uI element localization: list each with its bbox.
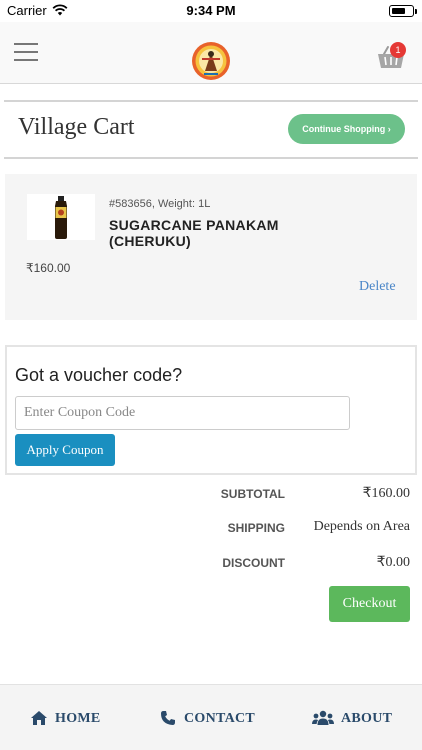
status-bar: Carrier 9:34 PM: [0, 0, 422, 22]
battery-icon: [389, 5, 417, 17]
cart-item: #583656, Weight: 1L SUGARCANE PANAKAM (C…: [5, 174, 417, 320]
nav-home-label: HOME: [55, 711, 101, 726]
shipping-value: Depends on Area: [313, 519, 410, 534]
phone-icon: [161, 711, 175, 725]
subtotal-value: ₹160.00: [362, 486, 410, 501]
users-icon: [312, 710, 334, 725]
cart-count-badge: 1: [390, 42, 406, 58]
apply-coupon-button[interactable]: Apply Coupon: [15, 434, 115, 466]
product-meta: #583656, Weight: 1L: [109, 198, 210, 210]
hamburger-menu-icon[interactable]: [14, 43, 40, 63]
voucher-title: Got a voucher code?: [15, 365, 183, 385]
nav-about[interactable]: ABOUT: [312, 709, 394, 729]
status-time: 9:34 PM: [186, 3, 236, 18]
divider: [4, 157, 418, 159]
page-title: Village Cart: [18, 114, 135, 140]
checkout-button[interactable]: Checkout: [329, 586, 410, 622]
product-image[interactable]: [27, 194, 95, 240]
bottom-nav: HOME CONTACT ABOUT: [0, 684, 422, 750]
nav-home[interactable]: HOME: [30, 709, 102, 729]
nav-about-label: ABOUT: [341, 711, 393, 726]
village-logo[interactable]: [191, 41, 231, 81]
nav-contact[interactable]: CONTACT: [160, 709, 256, 729]
app-header: [0, 22, 422, 84]
coupon-code-input[interactable]: [15, 396, 350, 430]
shipping-label: SHIPPING: [227, 521, 285, 535]
subtotal-label: SUBTOTAL: [220, 487, 285, 501]
home-icon: [31, 711, 47, 725]
product-name[interactable]: SUGARCANE PANAKAM (CHERUKU): [109, 217, 309, 249]
product-weight: , Weight: 1L: [151, 198, 211, 210]
continue-shopping-button[interactable]: Continue Shopping ›: [288, 114, 405, 144]
discount-value: ₹0.00: [376, 555, 410, 570]
battery-level: [392, 8, 405, 14]
nav-contact-label: CONTACT: [184, 711, 256, 726]
discount-label: DISCOUNT: [222, 556, 285, 570]
product-price: ₹160.00: [26, 261, 71, 275]
product-sku: #583656: [109, 198, 152, 210]
divider: [4, 100, 418, 102]
voucher-box: Got a voucher code? Apply Coupon: [5, 345, 417, 475]
delete-link[interactable]: Delete: [359, 279, 396, 295]
bottle-icon: [55, 196, 67, 239]
